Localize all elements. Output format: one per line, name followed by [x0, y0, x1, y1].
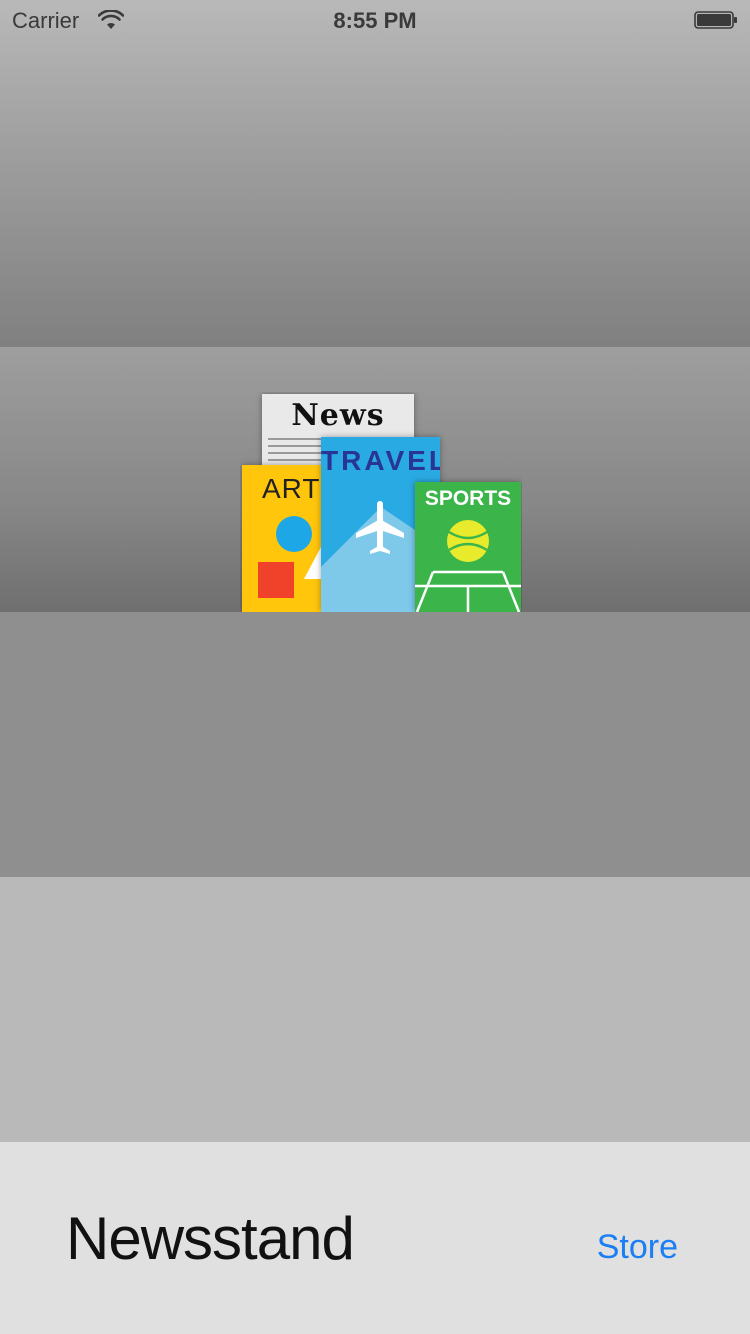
store-button[interactable]: Store [597, 1228, 678, 1267]
page-title: Newsstand [66, 1205, 355, 1272]
bottom-toolbar: Newsstand Store [0, 1142, 750, 1334]
sports-magazine-cover: SPORTS [415, 482, 521, 612]
status-time: 8:55 PM [333, 8, 417, 33]
shelf-row-3 [0, 612, 750, 877]
travel-title: TRAVEL [321, 445, 440, 476]
shelf-row-1 [0, 0, 750, 347]
status-bar: Carrier 8:55 PM [0, 0, 750, 40]
newsstand-placeholder-icon[interactable]: News ART TRAVEL SPORTS [240, 392, 522, 612]
tennis-court-icon [415, 570, 521, 612]
battery-icon [694, 11, 737, 29]
news-masthead: News [291, 398, 385, 433]
shelf-row-4 [0, 877, 750, 1142]
